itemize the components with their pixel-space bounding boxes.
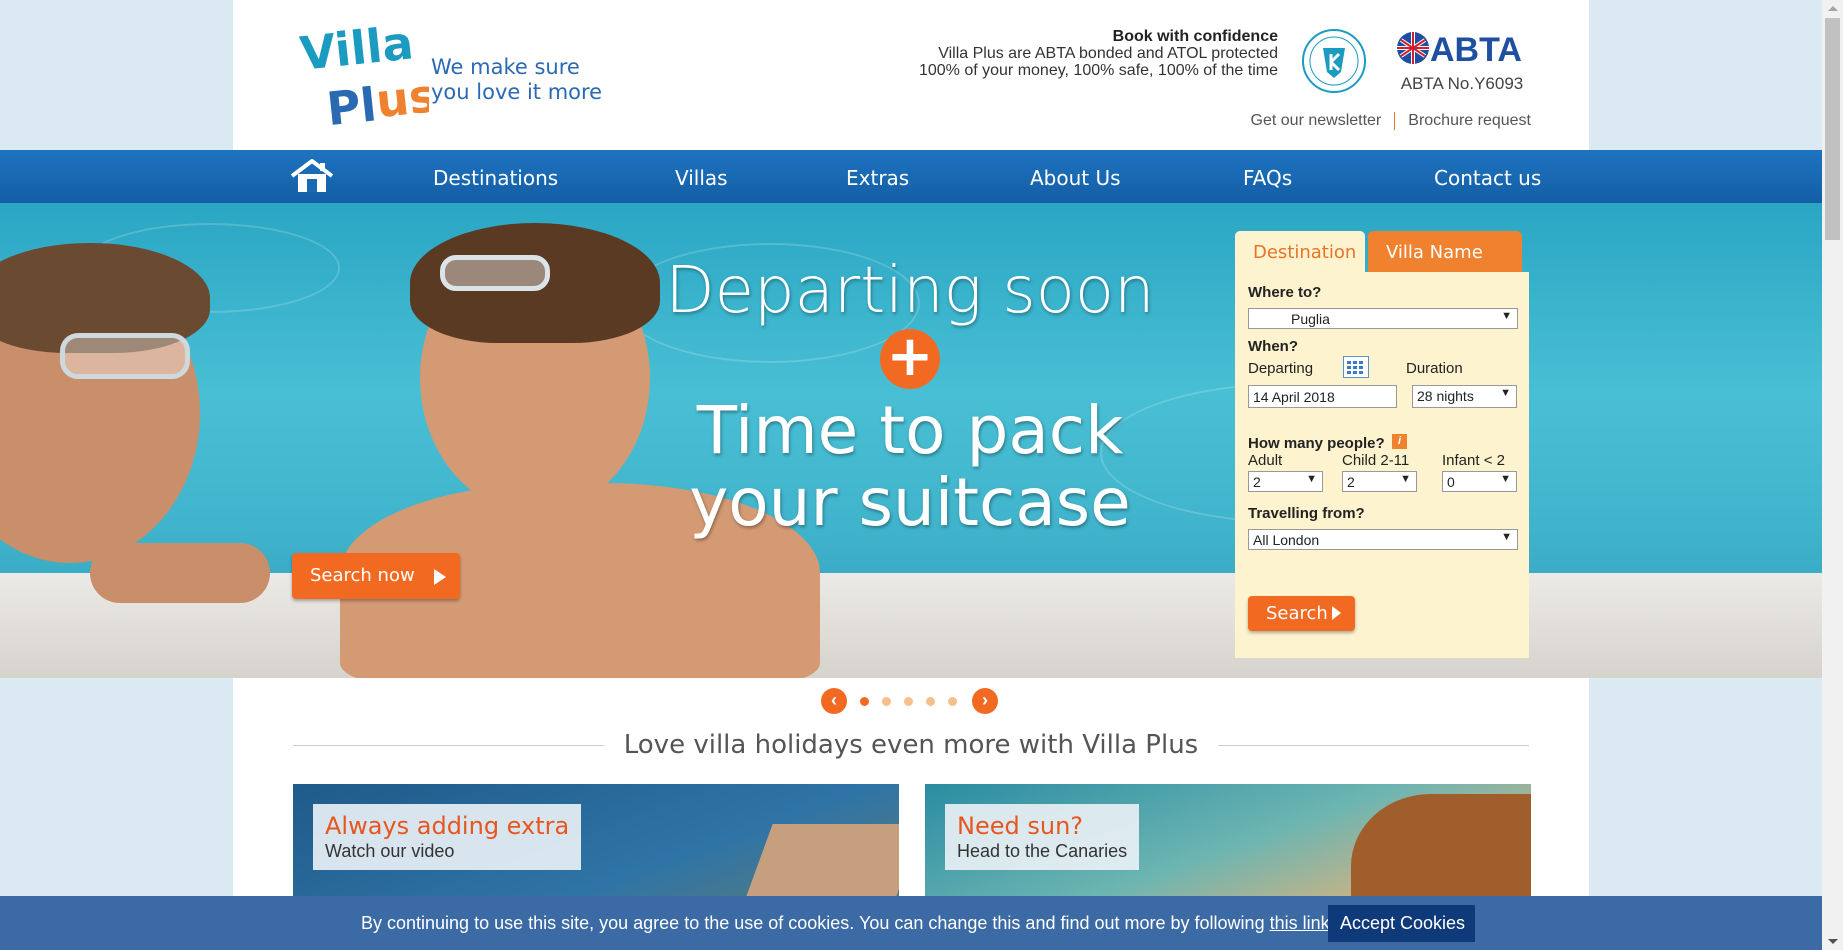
carousel-next-icon[interactable]: ›	[972, 688, 998, 714]
nav-faqs[interactable]: FAQs	[1243, 166, 1292, 190]
scroll-down-icon[interactable]	[1828, 939, 1838, 944]
play-arrow-icon	[1332, 606, 1341, 620]
cookie-policy-link[interactable]: this link	[1270, 913, 1330, 933]
abta-logo: ABTA	[1396, 28, 1528, 69]
departure-airport-select[interactable]: All London ▼	[1248, 529, 1518, 550]
brochure-request-link[interactable]: Brochure request	[1408, 112, 1531, 130]
scroll-thumb[interactable]	[1825, 18, 1840, 240]
main-nav: Destinations Villas Extras About Us FAQs…	[0, 150, 1822, 203]
hero-line-departing: Departing soon	[665, 254, 1155, 328]
tagline: We make sure you love it more	[431, 55, 603, 104]
svg-text:us: us	[373, 68, 429, 128]
nav-destinations[interactable]: Destinations	[433, 166, 558, 190]
pool-deck	[0, 573, 1822, 678]
child-label: Child 2-11	[1342, 452, 1410, 469]
svg-text:Pl: Pl	[324, 77, 379, 133]
chevron-down-icon: ▼	[1500, 387, 1511, 399]
hero-line-pack: Time to pack your suitcase	[689, 392, 1131, 541]
infant-select[interactable]: 0 ▼	[1442, 471, 1517, 492]
nav-contact-us[interactable]: Contact us	[1434, 166, 1541, 190]
carousel-dot[interactable]	[926, 697, 935, 706]
confidence-line: 100% of your money, 100% safe, 100% of t…	[918, 62, 1278, 79]
adult-select[interactable]: 2 ▼	[1248, 471, 1323, 492]
book-with-confidence: Book with confidence Villa Plus are ABTA…	[919, 28, 1278, 79]
carousel-controls: ‹ ›	[821, 688, 1001, 714]
infant-label: Infant < 2	[1442, 452, 1505, 469]
atol-protected-badge	[1301, 28, 1367, 94]
info-icon[interactable]: i	[1392, 434, 1407, 449]
site-header: Villa Pl us We make sure you love it mor…	[233, 0, 1589, 150]
scroll-up-icon[interactable]	[1828, 6, 1838, 11]
section-title: Love villa holidays even more with Villa…	[603, 730, 1219, 760]
cookie-banner: By continuing to use this site, you agre…	[0, 896, 1822, 950]
destination-select[interactable]: Puglia ▼	[1248, 308, 1518, 329]
departing-label: Departing	[1248, 360, 1314, 377]
cookie-message: By continuing to use this site, you agre…	[361, 913, 1335, 933]
chevron-down-icon: ▼	[1500, 473, 1511, 485]
svg-text:ABTA: ABTA	[1430, 31, 1522, 68]
card-title: Need sun?	[957, 812, 1084, 840]
chevron-down-icon: ▼	[1306, 473, 1317, 485]
search-now-button[interactable]: Search now	[292, 553, 460, 599]
when-label: When?	[1248, 338, 1298, 355]
villa-plus-logo[interactable]: Villa Pl us	[298, 15, 439, 136]
goggles-icon	[440, 255, 550, 291]
chevron-down-icon: ▼	[1400, 473, 1411, 485]
duration-select[interactable]: 28 nights ▼	[1412, 385, 1517, 408]
carousel-dot[interactable]	[860, 697, 869, 706]
girl-hands	[90, 543, 270, 603]
card-subtitle: Watch our video	[325, 841, 455, 861]
card-title: Always adding extra	[325, 812, 570, 840]
home-icon[interactable]	[290, 158, 334, 194]
header-links: Get our newsletter Brochure request	[1251, 112, 1531, 130]
newsletter-link[interactable]: Get our newsletter	[1251, 112, 1382, 130]
plus-icon: +	[880, 329, 940, 389]
chevron-down-icon: ▼	[1501, 531, 1512, 543]
departure-date-input[interactable]: 14 April 2018	[1248, 385, 1397, 408]
scrollbar[interactable]	[1822, 0, 1843, 950]
nav-extras[interactable]: Extras	[846, 166, 909, 190]
calendar-icon[interactable]	[1343, 356, 1369, 378]
hero-headline: Departing soon + Time to pack your suitc…	[600, 253, 1220, 539]
accept-cookies-button[interactable]: Accept Cookies	[1328, 905, 1475, 942]
adult-label: Adult	[1248, 452, 1283, 469]
child-select[interactable]: 2 ▼	[1342, 471, 1417, 492]
goggles-icon	[60, 333, 190, 379]
abta-number: ABTA No.Y6093	[1400, 74, 1524, 93]
card-label: Always adding extra Watch our video	[313, 804, 582, 870]
duration-label: Duration	[1406, 360, 1463, 377]
nav-about-us[interactable]: About Us	[1030, 166, 1121, 190]
search-button[interactable]: Search	[1248, 596, 1355, 631]
link-separator	[1394, 112, 1396, 130]
chevron-down-icon: ▼	[1501, 310, 1512, 322]
how-many-people-label: How many people?	[1248, 435, 1385, 452]
carousel-dot[interactable]	[882, 697, 891, 706]
tab-destination[interactable]: Destination	[1235, 231, 1365, 273]
carousel-prev-icon[interactable]: ‹	[821, 688, 847, 714]
carousel-dot[interactable]	[904, 697, 913, 706]
travelling-from-label: Travelling from?	[1248, 505, 1365, 522]
carousel-dot[interactable]	[948, 697, 957, 706]
section-heading: Love villa holidays even more with Villa…	[293, 730, 1529, 760]
card-label: Need sun? Head to the Canaries	[945, 804, 1140, 870]
confidence-line: Villa Plus are ABTA bonded and ATOL prot…	[938, 45, 1278, 62]
nav-villas[interactable]: Villas	[675, 166, 728, 190]
search-panel: Where to? Puglia ▼ When? Departing Durati…	[1235, 272, 1529, 658]
tab-villa-name[interactable]: Villa Name	[1368, 231, 1522, 273]
play-arrow-icon	[434, 569, 446, 585]
hero-banner: Departing soon + Time to pack your suitc…	[0, 203, 1822, 678]
confidence-title: Book with confidence	[1112, 28, 1278, 45]
where-to-label: Where to?	[1248, 284, 1322, 301]
card-subtitle: Head to the Canaries	[957, 841, 1128, 861]
